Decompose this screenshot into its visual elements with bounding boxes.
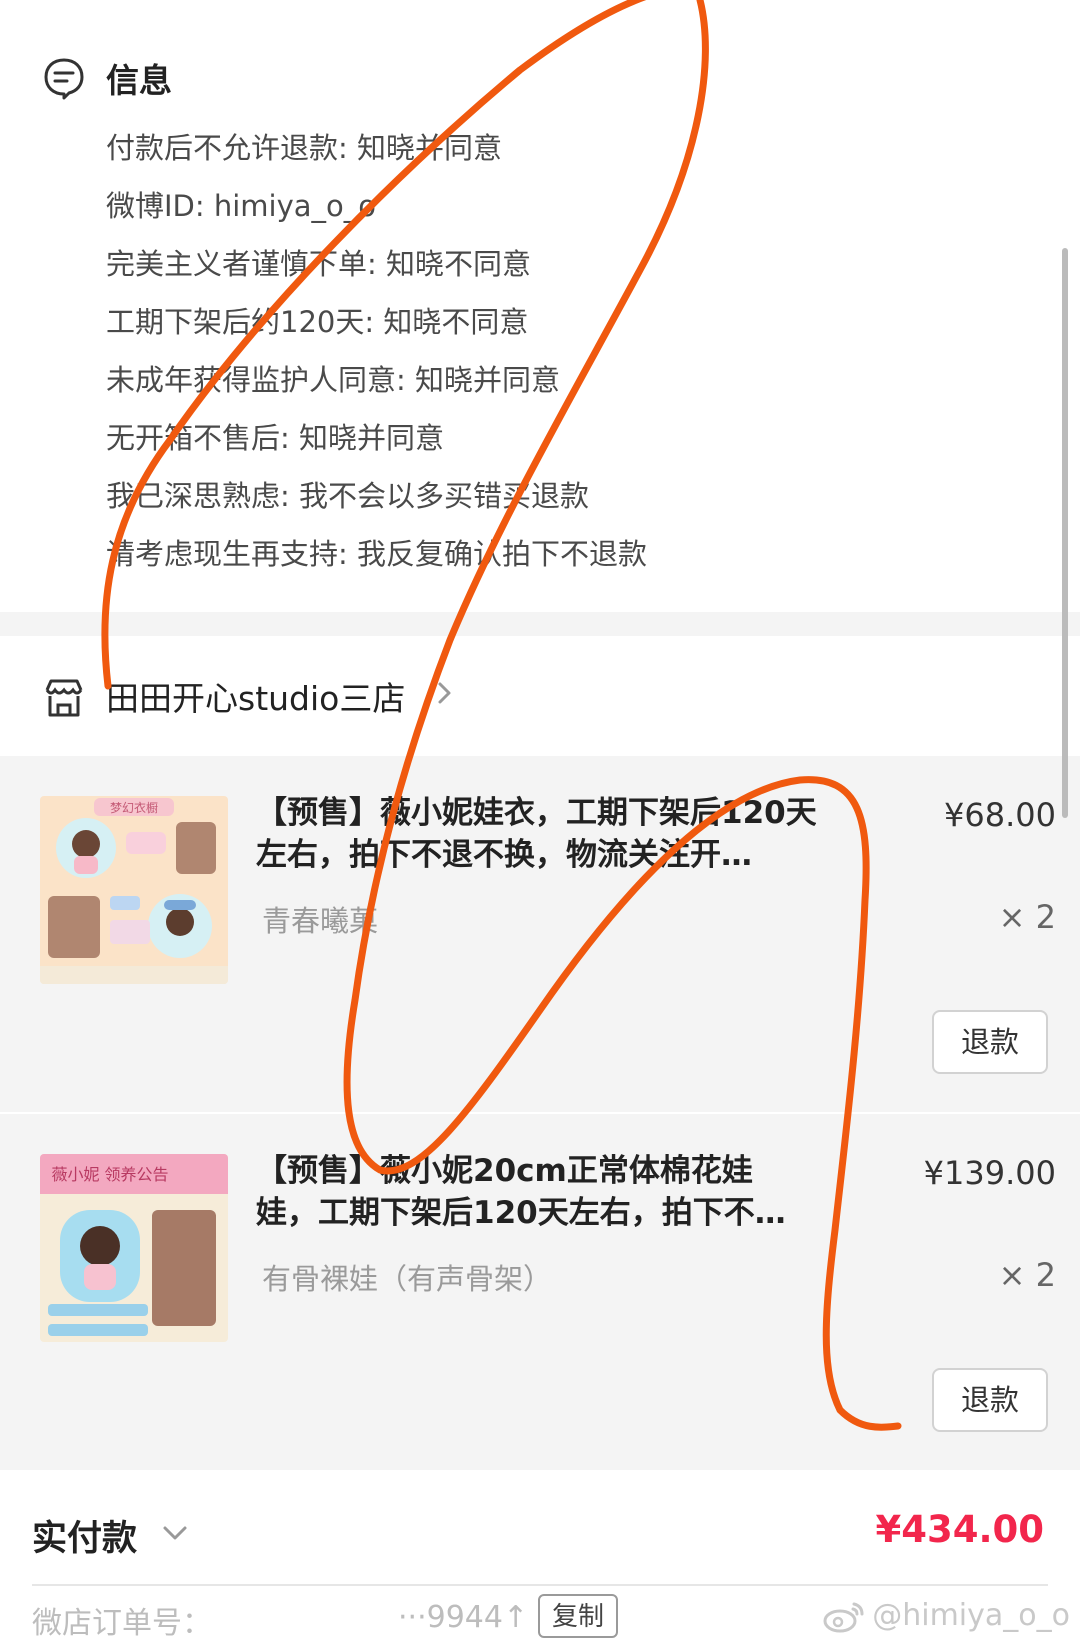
info-line: 完美主义者谨慎下单: 知晓不同意: [106, 247, 531, 281]
product-title[interactable]: 【预售】薇小妮20cm正常体棉花娃 娃，工期下架后120天左右，拍下不…: [256, 1150, 816, 1234]
bottom-divider: [32, 1584, 1048, 1586]
product-card[interactable]: 梦幻衣橱 【预售】薇小妮娃衣，工期下架后120天 左右，拍下不退不换，物流关注开…: [0, 756, 1080, 1112]
info-line: 微博ID: himiya_o_o: [106, 189, 377, 223]
storefront-icon: [45, 679, 83, 717]
total-row[interactable]: 实付款 ¥434.00: [0, 1470, 1080, 1590]
info-line: 工期下架后约120天: 知晓不同意: [106, 305, 529, 339]
chat-bubble-icon: [44, 58, 84, 100]
product-title[interactable]: 【预售】薇小妮娃衣，工期下架后120天 左右，拍下不退不换，物流关注开…: [256, 792, 816, 876]
product-quantity: × 2: [998, 1256, 1056, 1294]
weibo-logo-icon: [823, 1602, 864, 1632]
watermark-text: @himiya_o_o: [872, 1598, 1070, 1633]
info-line: 未成年获得监护人同意: 知晓并同意: [106, 363, 560, 397]
watermark: @himiya_o_o: [822, 1598, 1070, 1634]
order-number-value: ···9944↑: [398, 1600, 529, 1635]
refund-button[interactable]: 退款: [932, 1368, 1048, 1432]
info-line: 请考虑现生再支持: 我反复确认拍下不退款: [106, 537, 647, 571]
total-amount: ¥434.00: [875, 1508, 1044, 1551]
product-price: ¥139.00: [923, 1154, 1056, 1192]
total-label[interactable]: 实付款: [32, 1510, 137, 1561]
product-variant: 青春曦菓: [262, 904, 379, 938]
section-gap: [0, 612, 1080, 636]
product-thumbnail[interactable]: 薇小妮 领养公告: [40, 1154, 228, 1342]
thumb-banner-text: 梦幻衣橱: [110, 800, 158, 815]
info-title: 信息: [106, 61, 172, 100]
thumb-banner-text: 薇小妮 领养公告: [51, 1165, 168, 1184]
product-title-line: 【预售】薇小妮娃衣，工期下架后120天: [256, 795, 816, 831]
info-lines: 付款后不允许退款: 知晓并同意 微博ID: himiya_o_o 完美主义者谨慎…: [106, 128, 647, 592]
order-number-label: 微店订单号：: [32, 1606, 212, 1641]
info-line: 付款后不允许退款: 知晓并同意: [106, 131, 502, 165]
copy-button[interactable]: 复制: [538, 1594, 618, 1638]
product-title-line: 左右，拍下不退不换，物流关注开…: [256, 837, 752, 873]
product-quantity: × 2: [998, 898, 1056, 936]
info-line: 无开箱不售后: 知晓并同意: [106, 421, 444, 455]
product-card[interactable]: 薇小妮 领养公告 【预售】薇小妮20cm正常体棉花娃 娃，工期下架后120天左右…: [0, 1114, 1080, 1470]
refund-button[interactable]: 退款: [932, 1010, 1048, 1074]
scrollbar[interactable]: [1062, 248, 1068, 818]
product-title-line: 娃，工期下架后120天左右，拍下不…: [256, 1195, 786, 1231]
info-line: 我已深思熟虑: 我不会以多买错买退款: [106, 479, 589, 513]
product-variant: 有骨裸娃（有声骨架）: [262, 1262, 553, 1296]
shop-name[interactable]: 田田开心studio三店: [106, 672, 405, 720]
product-title-line: 【预售】薇小妮20cm正常体棉花娃: [256, 1153, 753, 1189]
product-price: ¥68.00: [944, 796, 1056, 834]
shop-row[interactable]: 田田开心studio三店: [0, 636, 1080, 756]
order-info-section: 信息 付款后不允许退款: 知晓并同意 微博ID: himiya_o_o 完美主义…: [0, 0, 1080, 612]
product-thumbnail[interactable]: 梦幻衣橱: [40, 796, 228, 984]
chevron-down-icon[interactable]: [160, 1522, 190, 1546]
chevron-right-icon[interactable]: [430, 678, 460, 708]
